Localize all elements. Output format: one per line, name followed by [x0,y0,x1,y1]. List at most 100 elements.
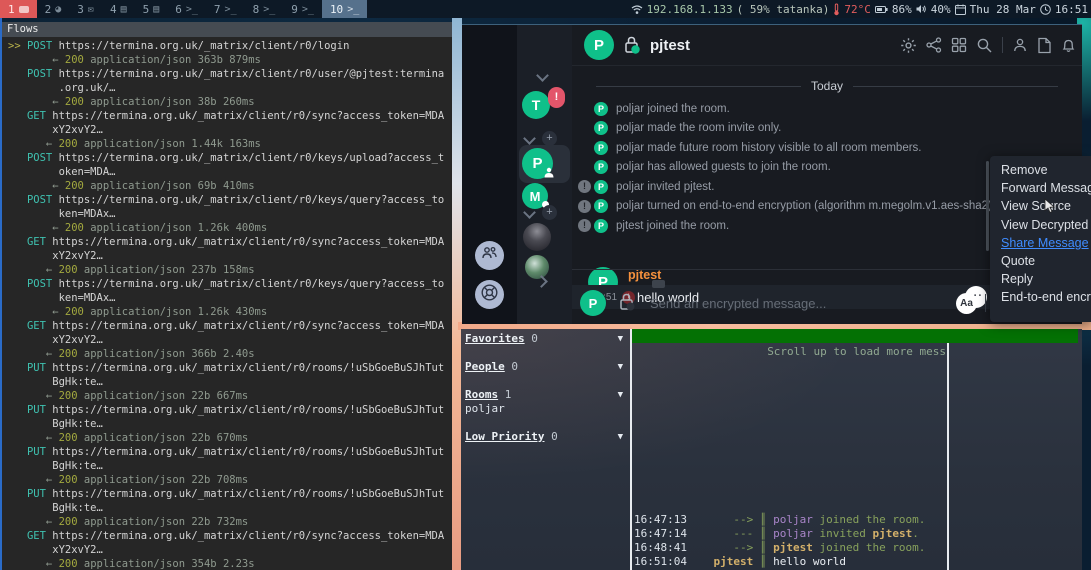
event-warning-icon: ! [578,200,591,213]
room-item[interactable]: poljar [465,402,629,416]
explore-communities-button[interactable] [475,280,504,309]
flow-row[interactable]: PUT https://termina.org.uk/_matrix/clien… [8,445,452,487]
section-count: 0 [544,430,557,443]
log-time: 16:48:41 [634,541,687,554]
files-icon[interactable] [1037,37,1052,54]
people-section-header: + [525,205,557,220]
section-header[interactable]: Favorites 0 ▼ [465,332,629,346]
member-overlay-icon [543,165,555,183]
share-icon[interactable] [926,37,942,53]
section-header[interactable]: Rooms 1▼ [465,388,629,402]
workspace-3[interactable]: 3✉ [69,0,102,18]
log-time: 16:51:04 [634,555,687,568]
book-icon: ▤ [153,4,159,15]
menu-item-reply[interactable]: Reply [990,270,1091,288]
room-avatar-invite[interactable]: T [522,91,550,119]
section-name: Favorites [465,332,525,345]
timeline-event[interactable]: Ppoljar made future room history visible… [572,138,1082,158]
workspace-9[interactable]: 9>_ [283,0,322,18]
mitmproxy-flows-header: Flows [2,22,452,37]
group-people-icon [481,246,498,266]
collapse-triangle-icon[interactable]: ▼ [618,388,623,402]
workspace-7[interactable]: 7>_ [206,0,245,18]
search-icon[interactable] [976,37,993,54]
menu-item-remove[interactable]: Remove [990,161,1091,179]
timeline-event[interactable]: Ppoljar joined the room. [572,99,1082,119]
chevron-down-icon[interactable] [523,132,536,145]
browser-icon: ◕ [55,4,61,15]
members-icon[interactable] [1012,37,1028,53]
encrypted-room-lock-icon [622,35,642,55]
section-count: 0 [505,360,518,373]
collapse-triangle-icon[interactable]: ▼ [618,430,623,444]
scrollback-notice: Scroll up to load more mess [767,345,946,358]
log-line: 16:47:13 --> ║ poljar joined the room. [634,513,925,527]
flow-row[interactable]: GET https://termina.org.uk/_matrix/clien… [8,109,452,151]
log-text: invited [813,527,873,540]
term-icon: >_ [186,4,198,15]
formatting-chip[interactable] [652,280,665,288]
flow-row[interactable]: POST https://termina.org.uk/_matrix/clie… [8,277,452,319]
event-avatar: P [594,199,608,213]
buffer-section-rooms: Rooms 1▼poljar [465,388,629,416]
workspace-number: 2 [45,3,52,16]
message-input[interactable]: Send an encrypted message... [650,296,826,311]
header-divider [1002,37,1003,53]
flow-row[interactable]: POST https://termina.org.uk/_matrix/clie… [8,193,452,235]
workspace-1[interactable]: 1 [0,0,37,18]
event-text: poljar invited pjtest. [616,181,714,193]
menu-item-quote[interactable]: Quote [990,252,1091,270]
flow-row[interactable]: GET https://termina.org.uk/_matrix/clien… [8,319,452,361]
flow-row[interactable]: PUT https://termina.org.uk/_matrix/clien… [8,361,452,403]
add-room-icon[interactable]: + [542,131,557,146]
section-count: 0 [525,332,538,345]
collapse-triangle-icon[interactable]: ▼ [618,360,623,374]
event-avatar: P [594,180,608,194]
flow-row[interactable]: POST https://termina.org.uk/_matrix/clie… [8,151,452,193]
menu-item-share-message[interactable]: Share Message [990,234,1091,252]
create-community-button[interactable] [475,241,504,270]
clock-text: 16:51 [1055,3,1088,16]
workspace-10[interactable]: 10>_ [322,0,367,18]
flow-row[interactable]: >> POST https://termina.org.uk/_matrix/c… [8,39,452,67]
workspace-4[interactable]: 4▤ [102,0,135,18]
book-icon: ▤ [121,4,127,15]
workspace-8[interactable]: 8>_ [245,0,284,18]
settings-icon[interactable] [900,37,917,54]
workspace-2[interactable]: 2◕ [37,0,70,18]
add-person-icon[interactable]: + [542,205,557,220]
chat-icon [19,6,29,13]
workspace-5[interactable]: 5▤ [135,0,168,18]
flow-row[interactable]: GET https://termina.org.uk/_matrix/clien… [8,529,452,570]
workspace-number: 9 [291,3,298,16]
log-sender: pjtest [687,555,753,568]
timeline-scrollbar[interactable] [986,161,989,251]
flow-row[interactable]: PUT https://termina.org.uk/_matrix/clien… [8,487,452,529]
chevron-down-icon[interactable] [536,69,549,82]
log-text: poljar [773,527,813,540]
room-avatar-photo-globe[interactable] [525,255,549,279]
menu-item-forward-message[interactable]: Forward Message [990,179,1091,197]
cpu-temp: 72°C [844,3,871,16]
section-header[interactable]: Low Priority 0▼ [465,430,629,444]
apps-grid-icon[interactable] [951,37,967,53]
section-header[interactable]: People 0▼ [465,360,629,374]
flow-row[interactable]: GET https://termina.org.uk/_matrix/clien… [8,235,452,277]
room-avatar-photo-tower[interactable] [523,223,551,251]
flow-row[interactable]: PUT https://termina.org.uk/_matrix/clien… [8,403,452,445]
menu-item-end-to-end-encryption[interactable]: End-to-end encryption [990,288,1091,306]
flow-row[interactable]: POST https://termina.org.uk/_matrix/clie… [8,67,452,109]
room-avatar[interactable]: P [584,30,614,60]
event-avatar: P [594,102,608,116]
workspace-6[interactable]: 6>_ [167,0,206,18]
format-toggle-button[interactable]: Aa [956,293,977,314]
mitmproxy-window: Flows >> POST https://termina.org.uk/_ma… [2,22,452,570]
timeline-event[interactable]: Ppoljar made the room invite only. [572,119,1082,139]
menu-item-view-decrypted-source[interactable]: View Decrypted Source [990,216,1091,234]
event-avatar: P [594,121,608,135]
menu-item-view-source[interactable]: View Source [990,197,1091,215]
chevron-down-icon[interactable] [523,206,536,219]
collapse-triangle-icon[interactable]: ▼ [618,332,623,346]
notifications-bell-icon[interactable] [1061,37,1076,54]
mouse-cursor [1044,198,1056,218]
